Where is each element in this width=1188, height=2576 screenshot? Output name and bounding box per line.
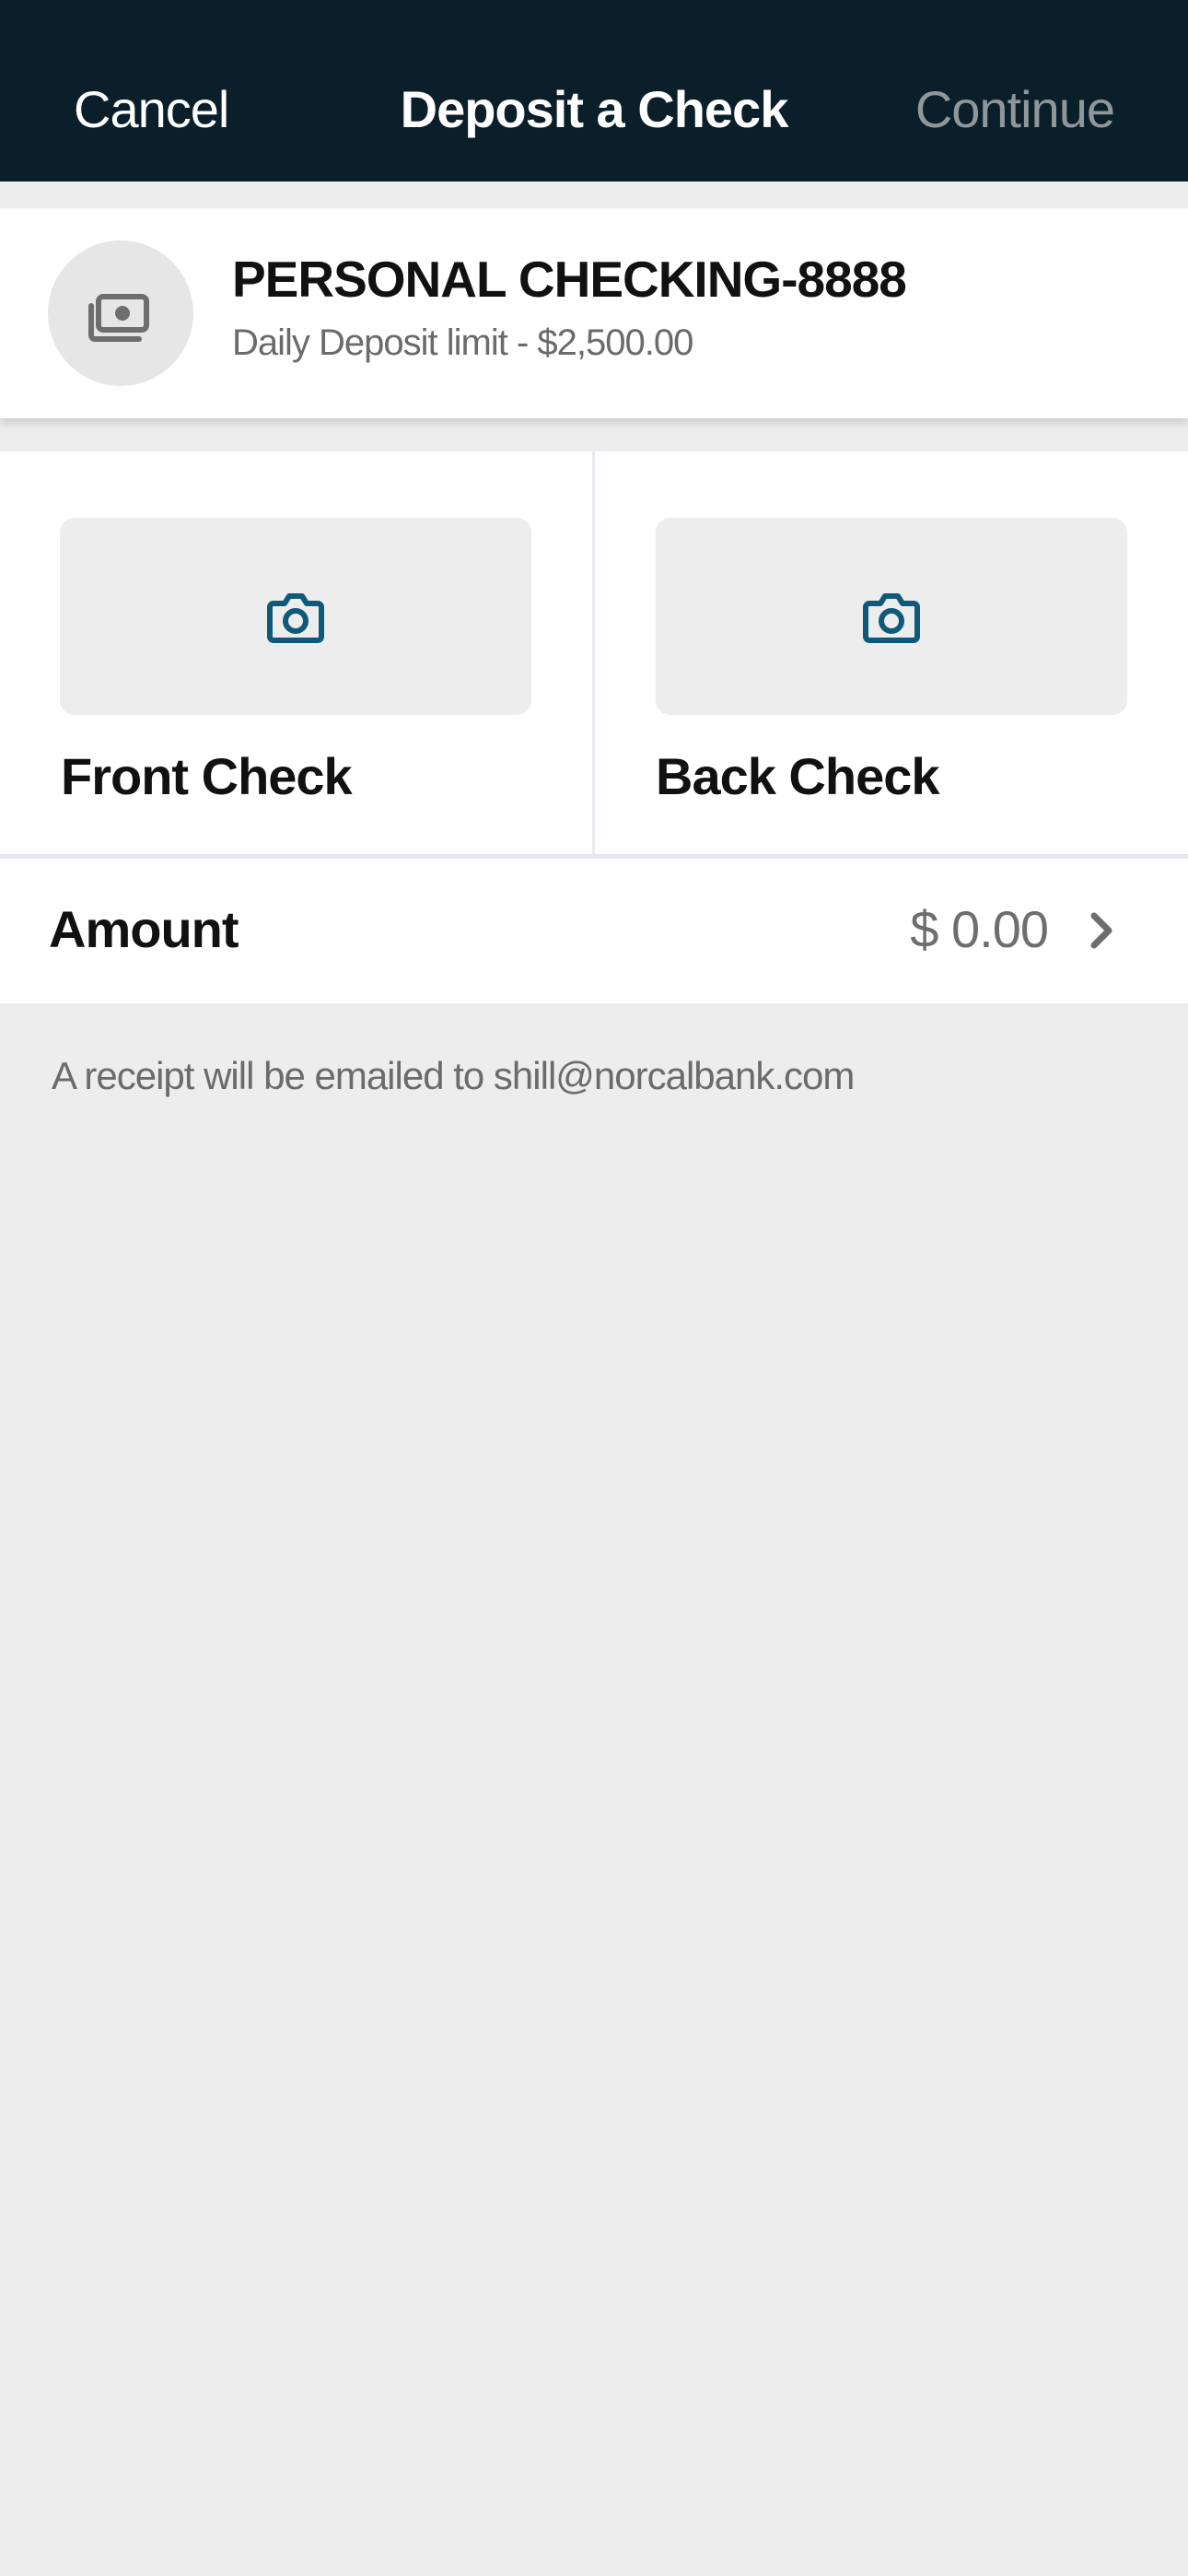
cash-icon [88, 294, 149, 342]
amount-value: $ 0.00 [910, 900, 1049, 958]
amount-row[interactable]: Amount $ 0.00 [0, 859, 1188, 1003]
deposit-limit: Daily Deposit limit - $2,500.00 [232, 322, 693, 363]
continue-button[interactable]: Continue [915, 77, 1115, 142]
account-name: PERSONAL CHECKING-8888 [232, 251, 907, 308]
nav-bar: Cancel Deposit a Check Continue [0, 0, 1188, 181]
back-check-label: Back Check [656, 747, 940, 805]
front-check-label: Front Check [61, 747, 353, 805]
check-capture-row: Front Check Back Check [0, 451, 1188, 859]
account-avatar [48, 240, 193, 386]
receipt-note: A receipt will be emailed to shill@norca… [52, 1054, 855, 1097]
camera-icon [863, 593, 920, 643]
chevron-right-icon [1090, 912, 1112, 949]
account-selector[interactable]: PERSONAL CHECKING-8888 Daily Deposit lim… [0, 208, 1188, 418]
front-check-capture-button[interactable] [60, 518, 531, 715]
back-check-capture-button[interactable] [656, 518, 1127, 715]
amount-label: Amount [49, 900, 239, 958]
divider [592, 451, 595, 854]
camera-icon [267, 593, 324, 643]
